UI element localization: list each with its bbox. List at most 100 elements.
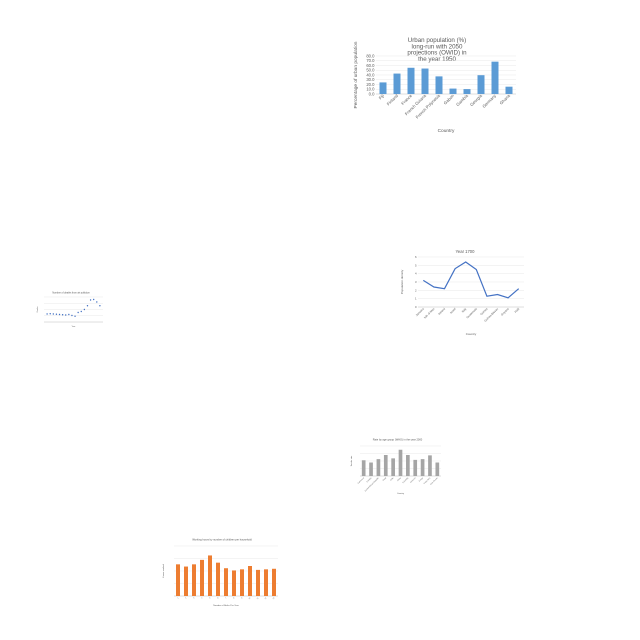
x-axis-label: Country (438, 128, 455, 134)
bar (376, 459, 381, 476)
chart-title: Working hours by number of children per … (192, 538, 252, 542)
suicide-svg: Rate by age group (WHO) in the year 2000… (350, 438, 441, 495)
x-tick-label: 5 (209, 597, 211, 599)
scatter-point (65, 314, 67, 316)
x-tick-label: 11 (257, 597, 260, 600)
chart-title: the year 1950 (418, 56, 456, 63)
y-axis-label: Hours worked (162, 563, 165, 577)
scatter-point (74, 315, 76, 317)
urban-svg: Urban population (%)long-run with 2050pr… (353, 37, 516, 134)
scatter-point (68, 313, 70, 316)
y-tick-label: 5 (415, 263, 417, 267)
x-axis-label: Year (72, 326, 76, 328)
bar (361, 460, 366, 476)
y-tick-label: 3 (415, 280, 417, 284)
x-tick-label: Colombia (402, 477, 409, 484)
scatter-point (86, 305, 89, 307)
x-axis-label: Country (397, 492, 404, 495)
x-tick-label: 9 (241, 597, 243, 599)
x-tick-label: Guyana (500, 307, 510, 317)
hours-svg: Working hours by number of children per … (162, 538, 278, 607)
scatter-point (61, 314, 64, 316)
y-tick-label: 4 (415, 272, 417, 276)
y-tick-label: 0.0 (369, 91, 375, 96)
x-tick-label: Gambia (455, 93, 469, 107)
x-tick-label: Germany (481, 93, 497, 109)
bar (421, 68, 429, 94)
x-tick-label: 6 (217, 597, 219, 599)
x-tick-label: 7 (225, 597, 227, 599)
x-tick-label: Congo (419, 477, 424, 482)
x-tick-label: China (397, 477, 402, 482)
bar (428, 455, 432, 476)
scatter-point (46, 313, 48, 315)
x-tick-label: Chad (383, 477, 387, 481)
bar (383, 455, 388, 476)
bar (264, 569, 268, 596)
series-line (422, 261, 520, 299)
scatter-point (89, 299, 92, 301)
bar (240, 569, 244, 596)
x-tick-label: Haiti (513, 307, 520, 314)
x-tick-label: 2 (185, 597, 187, 599)
y-tick-label: 70.0 (366, 58, 375, 63)
x-tick-label: Cote d'Ivoire (429, 477, 438, 486)
y-tick-label: 0 (415, 305, 417, 309)
bar (491, 61, 499, 94)
x-tick-label: 10 (248, 597, 251, 600)
bar (406, 455, 410, 476)
y-tick-label: 2 (415, 288, 417, 292)
x-tick-label: 12 (264, 597, 267, 600)
bar (184, 566, 188, 596)
x-tick-label: Guatemala (465, 307, 478, 320)
x-axis-label: Number of Births Per Year (213, 604, 239, 607)
scatter-point (96, 301, 98, 303)
year1700-svg: Year 1700 0 1 2 3 4 5 6 Country Population densit… (400, 249, 524, 336)
y-tick-label: 60.0 (366, 63, 375, 68)
chart-working-hours: Working hours by number of children per … (162, 536, 282, 608)
bar (435, 462, 440, 476)
scatter-point (92, 298, 95, 301)
y-axis-label: Suicide rate (350, 455, 353, 466)
x-tick-label: Comoros (410, 477, 417, 484)
bar (435, 76, 443, 94)
x-tick-label: 3 (193, 597, 195, 599)
bar (216, 562, 220, 596)
x-tick-label: Gabon (443, 93, 456, 106)
y-axis-label: Deaths (36, 307, 39, 313)
y-axis-label: Percentage of urban population (353, 41, 359, 108)
chart-scatter: Number of deaths from air pollution Year D… (36, 289, 106, 329)
scatter-svg: Number of deaths from air pollution Year D… (36, 291, 103, 328)
bar (477, 75, 485, 94)
scatter-point (71, 314, 73, 317)
x-tick-label: Canada (366, 477, 372, 483)
bar (413, 459, 418, 476)
x-axis-label: Country (466, 332, 477, 336)
x-tick-label: 8 (233, 597, 235, 599)
x-tick-label: Fiji (378, 93, 385, 100)
bar (393, 73, 401, 94)
scatter-point (58, 313, 61, 316)
chart-title: Number of deaths from air pollution (52, 291, 90, 294)
x-tick-label: Chile (390, 477, 394, 481)
bar (256, 569, 260, 596)
scatter-point (80, 310, 82, 313)
chart-year-1700: Year 1700 0 1 2 3 4 5 6 Country Population densit… (400, 247, 530, 337)
bar (369, 462, 373, 476)
x-tick-label: Italy (461, 306, 468, 313)
scatter-point (99, 305, 101, 307)
y-tick-label: 1 (415, 297, 417, 301)
bar (176, 564, 180, 596)
bar (200, 559, 204, 596)
bar (379, 82, 387, 94)
y-tick-label: 30.0 (366, 77, 375, 82)
y-tick-label: 80.0 (366, 53, 375, 58)
x-tick-label: Finland (386, 93, 400, 107)
bar (272, 568, 276, 596)
bar (391, 458, 395, 476)
chart-title: Rate by age group (WHO) in the year 2000 (373, 438, 423, 442)
x-tick-label: Isle of Man (423, 307, 436, 320)
x-tick-label: Cameroon (358, 477, 365, 484)
x-tick-label: 1 (177, 597, 179, 599)
y-axis-label: Population density (400, 269, 404, 294)
